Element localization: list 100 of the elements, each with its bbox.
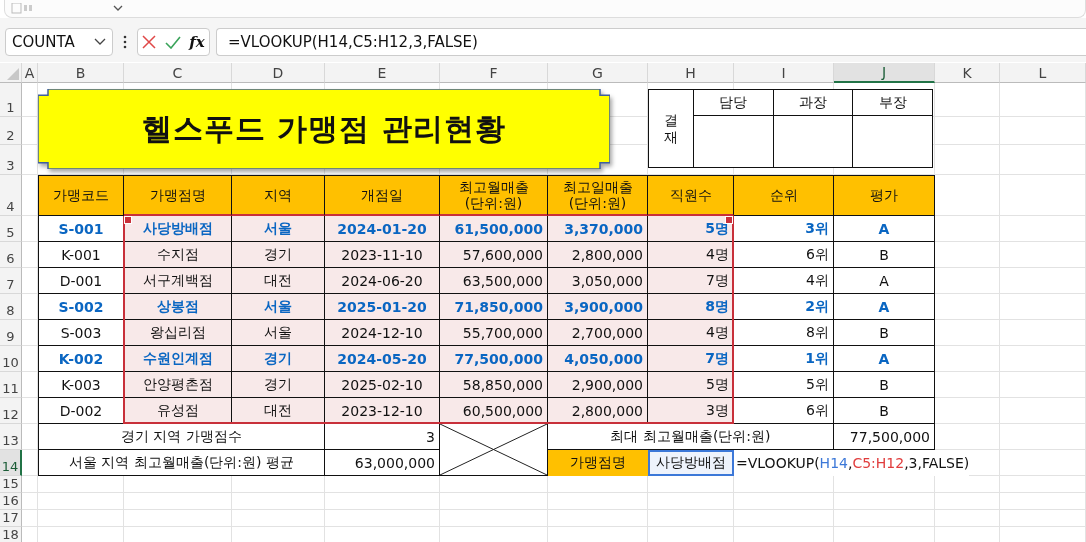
column-header[interactable]: L <box>1000 63 1086 83</box>
column-header[interactable]: I <box>734 63 834 83</box>
table-cell: 사당방배점 <box>124 216 232 242</box>
row-header[interactable]: 11 <box>0 372 22 398</box>
table-cell: 서울 지역 최고월매출(단위:원) 평균 <box>38 450 325 476</box>
table-cell: 유성점 <box>124 398 232 424</box>
table-cell: 7명 <box>648 346 734 372</box>
insert-function-button[interactable]: fx <box>189 33 205 51</box>
row-header[interactable]: 12 <box>0 398 22 424</box>
table-cell: B <box>834 242 935 268</box>
row-header[interactable]: 5 <box>0 216 22 242</box>
table-cell: 2,800,000 <box>548 242 648 268</box>
table-cell: 안양평촌점 <box>124 372 232 398</box>
table-cell: 2023-11-10 <box>325 242 440 268</box>
table-cell: 2025-02-10 <box>325 372 440 398</box>
table-cell: 55,700,000 <box>440 320 548 346</box>
table-cell: 2025-01-20 <box>325 294 440 320</box>
table-cell: 6위 <box>734 242 834 268</box>
column-heading: 평가 <box>834 175 935 216</box>
row-header[interactable]: 7 <box>0 268 22 294</box>
table-cell: 2024-05-20 <box>325 346 440 372</box>
row-header[interactable]: 17 <box>0 510 22 527</box>
table-cell: 57,600,000 <box>440 242 548 268</box>
approval-header: 부장 <box>853 90 932 116</box>
column-header[interactable]: E <box>325 63 440 83</box>
table-cell: D-002 <box>38 398 124 424</box>
more-icon[interactable] <box>123 35 127 49</box>
table-cell: 2023-12-10 <box>325 398 440 424</box>
table-cell: 71,850,000 <box>440 294 548 320</box>
table-cell: 대전 <box>232 268 325 294</box>
table-cell: 경기 지역 가맹점수 <box>38 424 325 450</box>
column-header[interactable]: H <box>648 63 734 83</box>
column-header[interactable]: B <box>38 63 124 83</box>
row-header[interactable]: 4 <box>0 175 22 216</box>
table-cell: 5명 <box>648 372 734 398</box>
table-cell: 60,500,000 <box>440 398 548 424</box>
column-header[interactable]: C <box>124 63 232 83</box>
name-box[interactable]: COUNTA <box>5 28 113 56</box>
formula-field[interactable]: =VLOOKUP(H14,C5:H12,3,FALSE) <box>216 28 1086 56</box>
table-cell: 2024-06-20 <box>325 268 440 294</box>
approval-header: 과장 <box>773 90 853 116</box>
table-cell: 3 <box>325 424 440 450</box>
row-header[interactable]: 8 <box>0 294 22 320</box>
table-cell: 경기 <box>232 346 325 372</box>
table-cell: A <box>834 268 935 294</box>
row-header[interactable]: 3 <box>0 145 22 175</box>
table-cell: 1위 <box>734 346 834 372</box>
row-header[interactable]: 18 <box>0 527 22 542</box>
column-header[interactable]: J <box>834 63 935 83</box>
table-cell: 대전 <box>232 398 325 424</box>
table-cell: K-003 <box>38 372 124 398</box>
column-heading: 가맹점명 <box>124 175 232 216</box>
table-cell: 3,050,000 <box>548 268 648 294</box>
table-cell: 7명 <box>648 268 734 294</box>
column-heading: 가맹코드 <box>38 175 124 216</box>
table-cell: 77,500,000 <box>440 346 548 372</box>
table-cell: D-001 <box>38 268 124 294</box>
approval-label: 결재 <box>663 110 678 147</box>
table-cell: 서구계백점 <box>124 268 232 294</box>
table-cell: 가맹점명 <box>548 450 648 476</box>
row-header[interactable]: 16 <box>0 493 22 510</box>
table-cell: S-001 <box>38 216 124 242</box>
check-icon[interactable] <box>164 35 181 49</box>
cancel-icon[interactable] <box>142 35 157 49</box>
table-cell: 3,370,000 <box>548 216 648 242</box>
table-cell[interactable]: 사당방배점 <box>648 450 734 476</box>
row-header[interactable]: 10 <box>0 346 22 372</box>
table-cell: 63,500,000 <box>440 268 548 294</box>
table-cell: 경기 <box>232 242 325 268</box>
table-cell: S-003 <box>38 320 124 346</box>
column-header[interactable]: A <box>22 63 38 83</box>
table-cell: 5명 <box>648 216 734 242</box>
row-header[interactable]: 15 <box>0 476 22 493</box>
column-header[interactable]: D <box>232 63 325 83</box>
table-cell: B <box>834 372 935 398</box>
column-header[interactable]: G <box>548 63 648 83</box>
table-cell: 63,000,000 <box>325 450 440 476</box>
row-header[interactable]: 13 <box>0 424 22 450</box>
row-header[interactable]: 1 <box>0 83 22 117</box>
table-cell: 8위 <box>734 320 834 346</box>
table-cell: A <box>834 294 935 320</box>
table-cell: 2024-01-20 <box>325 216 440 242</box>
row-header[interactable]: 2 <box>0 117 22 145</box>
row-header[interactable]: 9 <box>0 320 22 346</box>
table-cell: 2,900,000 <box>548 372 648 398</box>
column-header[interactable]: K <box>935 63 1000 83</box>
caret-icon[interactable] <box>113 4 123 13</box>
column-header[interactable]: F <box>440 63 548 83</box>
table-cell: 2,800,000 <box>548 398 648 424</box>
table-cell: 8명 <box>648 294 734 320</box>
cell-formula[interactable]: =VLOOKUP(H14,C5:H12,3,FALSE) <box>734 450 970 476</box>
table-cell: B <box>834 320 935 346</box>
table-cell: 6위 <box>734 398 834 424</box>
table-cell: 수지점 <box>124 242 232 268</box>
table-cell: 수원인계점 <box>124 346 232 372</box>
table-cell: K-002 <box>38 346 124 372</box>
table-cell: 5위 <box>734 372 834 398</box>
table-cell: S-002 <box>38 294 124 320</box>
row-header[interactable]: 6 <box>0 242 22 268</box>
row-header[interactable]: 14 <box>0 450 22 476</box>
